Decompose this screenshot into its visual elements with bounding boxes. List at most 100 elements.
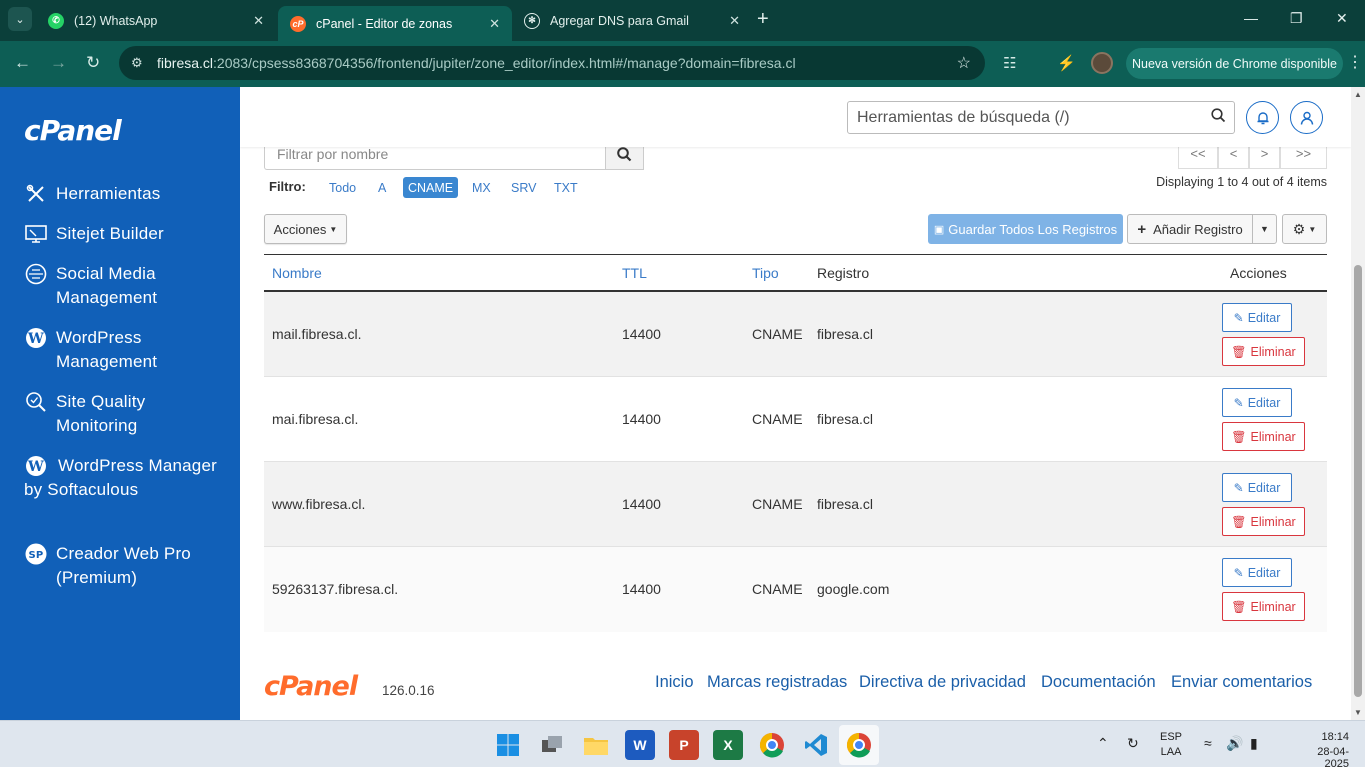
reload-icon[interactable]: ↻	[86, 53, 100, 73]
filter-txt[interactable]: TXT	[549, 177, 583, 198]
scrollbar-thumb[interactable]	[1354, 265, 1362, 697]
footer-link-documentacion[interactable]: Documentación	[1041, 673, 1156, 692]
tab-cpanel[interactable]: cP cPanel - Editor de zonas ✕	[278, 6, 512, 41]
chrome-profile-icon[interactable]	[757, 730, 787, 760]
footer-link-comentarios[interactable]: Enviar comentarios	[1171, 673, 1312, 692]
cpanel-icon: cP	[290, 15, 306, 32]
pencil-icon: ✎	[1233, 395, 1244, 410]
clock[interactable]: 18:14 28-04-2025	[1305, 731, 1349, 767]
sidebar-item-label: WordPress Management	[56, 328, 158, 371]
filter-a[interactable]: A	[373, 177, 391, 198]
sidebar-item-wordpress-manager[interactable]: W WordPress Manager by Softaculous	[24, 454, 224, 502]
excel-icon[interactable]: X	[713, 730, 743, 760]
cpanel-logo[interactable]: cPanel	[24, 114, 122, 147]
file-explorer-icon[interactable]	[581, 730, 611, 760]
cpanel-header: Herramientas de búsqueda (/)	[240, 87, 1351, 147]
zone-editor-main: Filtrar por nombre << < > >> Displaying …	[240, 87, 1351, 720]
filter-srv[interactable]: SRV	[506, 177, 541, 198]
trash-icon: 🗑	[1231, 344, 1247, 359]
edit-button[interactable]: ✎ Editar	[1222, 473, 1292, 502]
delete-button[interactable]: 🗑 Eliminar	[1222, 592, 1305, 621]
browser-tab-strip: ⌄ ✆ (12) WhatsApp ✕ cP cPanel - Editor d…	[0, 0, 1365, 41]
new-tab-button[interactable]: +	[757, 8, 769, 31]
sidebar-item-herramientas[interactable]: Herramientas	[24, 182, 160, 206]
chrome-icon[interactable]	[839, 725, 879, 765]
column-header-ttl[interactable]: TTL	[622, 265, 647, 281]
minimize-icon[interactable]: —	[1244, 10, 1258, 26]
tab-search-chevron-icon[interactable]: ⌄	[8, 7, 32, 31]
delete-button[interactable]: 🗑 Eliminar	[1222, 507, 1305, 536]
user-menu-button[interactable]	[1290, 101, 1323, 134]
more-menu-icon[interactable]: ⋮	[1347, 52, 1363, 72]
edit-label: Editar	[1247, 565, 1281, 580]
close-window-icon[interactable]: ✕	[1336, 10, 1348, 27]
language-code: ESP	[1160, 731, 1183, 743]
sidebar-item-creador-web-pro[interactable]: SP Creador Web Pro (Premium)	[24, 542, 224, 590]
close-icon[interactable]: ✕	[489, 16, 500, 32]
windows-start-icon[interactable]	[493, 730, 523, 760]
edit-button[interactable]: ✎ Editar	[1222, 388, 1292, 417]
battery-icon[interactable]: ▮	[1250, 735, 1258, 752]
edit-button[interactable]: ✎ Editar	[1222, 303, 1292, 332]
sidebar-item-sitejet[interactable]: Sitejet Builder	[24, 222, 164, 246]
language-indicator[interactable]: ESP LAA	[1160, 731, 1182, 758]
footer-link-privacidad[interactable]: Directiva de privacidad	[859, 673, 1026, 692]
back-icon[interactable]: ←	[14, 53, 31, 73]
tray-expand-icon[interactable]: ⌃	[1097, 735, 1109, 752]
page-scrollbar[interactable]: ▲ ▼	[1351, 87, 1365, 720]
trash-icon: 🗑	[1231, 514, 1247, 529]
sync-icon[interactable]: ↻	[1127, 735, 1139, 752]
maximize-icon[interactable]: ❐	[1290, 10, 1303, 27]
scroll-up-icon[interactable]: ▲	[1354, 90, 1362, 99]
column-header-nombre[interactable]: Nombre	[272, 265, 322, 281]
site-info-icon[interactable]: ⚙	[131, 55, 143, 71]
tab-whatsapp[interactable]: ✆ (12) WhatsApp ✕	[36, 6, 276, 35]
sidebar-item-wordpress-management[interactable]: W WordPress Management	[24, 326, 224, 374]
add-record-button[interactable]: + Añadir Registro	[1127, 214, 1253, 244]
add-record-options-button[interactable]: ▼	[1252, 214, 1277, 244]
extensions-icon[interactable]: ☷	[1003, 54, 1016, 72]
delete-label: Eliminar	[1250, 344, 1296, 359]
task-view-icon[interactable]	[537, 730, 567, 760]
delete-button[interactable]: 🗑 Eliminar	[1222, 337, 1305, 366]
powerpoint-icon[interactable]: P	[669, 730, 699, 760]
performance-icon[interactable]: ⚡	[1057, 54, 1076, 72]
bookmark-star-icon[interactable]: ☆	[957, 53, 971, 73]
delete-label: Eliminar	[1250, 599, 1296, 614]
scroll-down-icon[interactable]: ▼	[1354, 708, 1362, 717]
pencil-icon: ✎	[1233, 565, 1244, 580]
wifi-icon[interactable]: ≈	[1204, 735, 1212, 751]
record-name: mail.fibresa.cl.	[272, 326, 362, 342]
record-name: 59263137.fibresa.cl.	[272, 581, 399, 597]
sidebar-item-social-media[interactable]: Social Media Management	[24, 262, 224, 310]
user-icon	[1300, 111, 1313, 125]
settings-dropdown-button[interactable]: ⚙ ▼	[1282, 214, 1327, 244]
footer-link-marcas[interactable]: Marcas registradas	[707, 673, 847, 692]
chrome-update-button[interactable]: Nueva versión de Chrome disponible	[1126, 48, 1343, 79]
filter-todo[interactable]: Todo	[324, 177, 361, 198]
close-icon[interactable]: ✕	[729, 13, 740, 29]
save-all-records-button[interactable]: ▣ Guardar Todos Los Registros	[928, 214, 1123, 244]
close-icon[interactable]: ✕	[253, 13, 264, 29]
actions-dropdown-button[interactable]: Acciones ▼	[264, 214, 347, 244]
edit-button[interactable]: ✎ Editar	[1222, 558, 1292, 587]
forward-icon[interactable]: →	[50, 53, 67, 73]
tab-gmail-dns[interactable]: ✻ Agregar DNS para Gmail ✕	[512, 6, 752, 35]
sidebar-item-site-quality[interactable]: Site Quality Monitoring	[24, 390, 224, 438]
filter-cname[interactable]: CNAME	[403, 177, 459, 198]
column-header-acciones: Acciones	[1230, 265, 1287, 281]
filter-mx[interactable]: MX	[467, 177, 496, 198]
footer-link-inicio[interactable]: Inicio	[655, 673, 694, 692]
volume-icon[interactable]: 🔊	[1226, 735, 1243, 752]
trash-icon: 🗑	[1231, 599, 1247, 614]
word-icon[interactable]: W	[625, 730, 655, 760]
sitejet-icon	[24, 222, 48, 246]
vscode-icon[interactable]	[801, 730, 831, 760]
address-bar[interactable]: ⚙ fibresa.cl:2083/cpsess8368704356/front…	[119, 46, 985, 80]
notifications-button[interactable]	[1246, 101, 1279, 134]
delete-button[interactable]: 🗑 Eliminar	[1222, 422, 1305, 451]
column-header-tipo[interactable]: Tipo	[752, 265, 779, 281]
profile-avatar[interactable]	[1091, 52, 1113, 74]
sitepro-icon: SP	[24, 542, 48, 566]
tool-search-input[interactable]: Herramientas de búsqueda (/)	[847, 101, 1235, 134]
